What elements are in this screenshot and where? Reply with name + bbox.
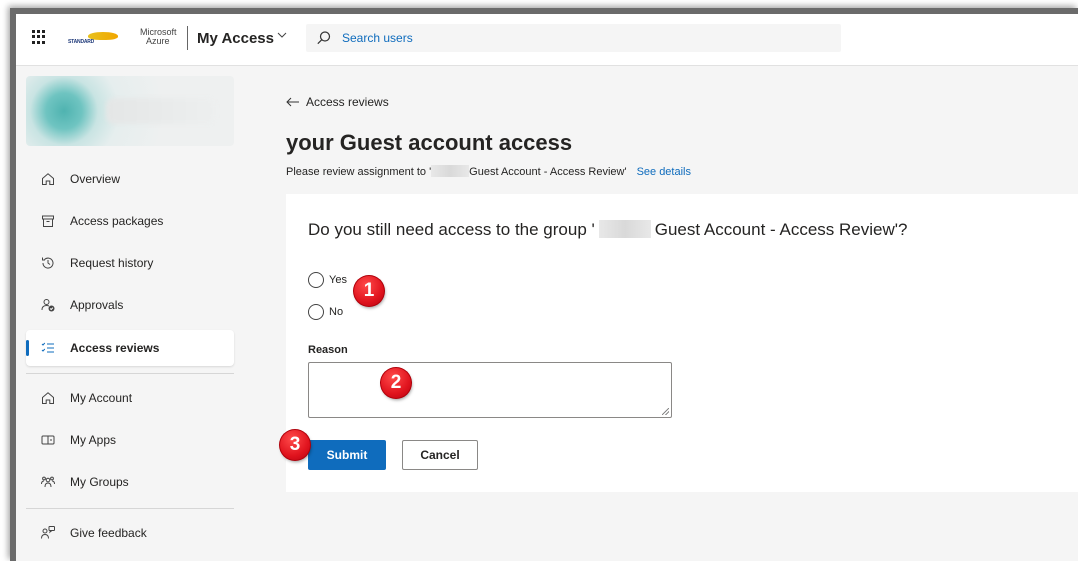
- sidebar-item-label: Access reviews: [70, 341, 160, 355]
- azure-text: Azure: [146, 36, 170, 46]
- radio-label: Yes: [329, 274, 347, 286]
- sidebar-item-my-apps[interactable]: My Apps: [26, 422, 234, 458]
- app-launcher-icon[interactable]: [32, 30, 46, 44]
- microsoft-azure-logo: Microsoft Azure: [140, 28, 180, 46]
- redacted-text: [431, 165, 470, 177]
- sidebar-item-access-reviews[interactable]: Access reviews: [26, 330, 234, 366]
- sidebar-item-my-groups[interactable]: My Groups: [26, 464, 234, 500]
- search-placeholder: Search users: [342, 31, 413, 45]
- arrow-left-icon: [286, 94, 300, 110]
- review-suffix: Guest Account - Access Review': [469, 166, 627, 178]
- step-badge-2: 2: [381, 368, 411, 398]
- reason-label: Reason: [308, 344, 348, 356]
- sidebar-item-label: Access packages: [70, 214, 164, 228]
- main-content: Access reviews your Guest account access…: [244, 66, 1078, 561]
- approvals-icon: [40, 297, 56, 313]
- home-icon: [40, 171, 56, 187]
- see-details-link[interactable]: See details: [637, 166, 691, 178]
- radio-circle[interactable]: [308, 272, 324, 288]
- resize-handle-icon[interactable]: [662, 408, 669, 415]
- divider: [187, 26, 188, 50]
- sidebar-item-label: My Groups: [70, 475, 129, 489]
- sidebar-item-overview[interactable]: Overview: [26, 161, 234, 197]
- divider: [26, 508, 234, 509]
- back-link-label: Access reviews: [306, 95, 389, 109]
- review-card: Do you still need access to the group ' G…: [286, 194, 1078, 492]
- history-icon: [40, 255, 56, 271]
- radio-label: No: [329, 306, 344, 318]
- home-icon: [40, 390, 56, 406]
- step-badge-3: 3: [280, 430, 310, 460]
- review-prefix: Please review assignment to ': [286, 166, 432, 178]
- apps-icon: [40, 432, 56, 448]
- radio-no[interactable]: No: [308, 304, 343, 320]
- cancel-button[interactable]: Cancel: [402, 440, 478, 470]
- top-bar: STANDARD Microsoft Azure My Access Searc…: [16, 14, 1078, 66]
- app-name[interactable]: My Access: [197, 30, 274, 47]
- review-description: Please review assignment to ' Guest Accou…: [286, 165, 691, 178]
- search-input[interactable]: Search users: [306, 24, 841, 52]
- package-icon: [40, 213, 56, 229]
- avatar[interactable]: [26, 76, 234, 146]
- organization-logo: STANDARD: [68, 32, 124, 46]
- sidebar-item-label: My Account: [70, 391, 133, 405]
- reason-textarea[interactable]: [308, 362, 672, 418]
- search-icon: [316, 30, 332, 46]
- sidebar-item-approvals[interactable]: Approvals: [26, 287, 234, 323]
- checklist-icon: [40, 340, 56, 356]
- feedback-icon: [40, 525, 56, 541]
- divider: [26, 373, 234, 374]
- redacted-text: [598, 220, 651, 238]
- page-title: your Guest account access: [286, 130, 573, 155]
- sidebar-item-label: Request history: [70, 256, 154, 270]
- back-link[interactable]: Access reviews: [286, 94, 389, 110]
- review-question: Do you still need access to the group ' G…: [308, 220, 907, 240]
- sidebar-item-label: Overview: [70, 172, 121, 186]
- app-window: STANDARD Microsoft Azure My Access Searc…: [10, 8, 1078, 561]
- question-prefix: Do you still need access to the group ': [308, 220, 595, 239]
- radio-yes[interactable]: Yes: [308, 272, 347, 288]
- sidebar-item-label: My Apps: [70, 433, 117, 447]
- groups-icon: [40, 474, 56, 490]
- radio-circle[interactable]: [308, 304, 324, 320]
- submit-button[interactable]: Submit: [308, 440, 386, 470]
- sidebar-item-label: Give feedback: [70, 526, 147, 540]
- sidebar-item-request-history[interactable]: Request history: [26, 245, 234, 281]
- sidebar-item-label: Approvals: [70, 298, 124, 312]
- sidebar-item-access-packages[interactable]: Access packages: [26, 203, 234, 239]
- sidebar-item-my-account[interactable]: My Account: [26, 380, 234, 416]
- question-suffix: Guest Account - Access Review'?: [654, 220, 908, 239]
- step-badge-1: 1: [354, 276, 384, 306]
- sidebar-item-give-feedback[interactable]: Give feedback: [26, 515, 234, 551]
- sidebar: Overview Access packages Request history…: [16, 66, 244, 561]
- chevron-down-icon[interactable]: [276, 29, 288, 44]
